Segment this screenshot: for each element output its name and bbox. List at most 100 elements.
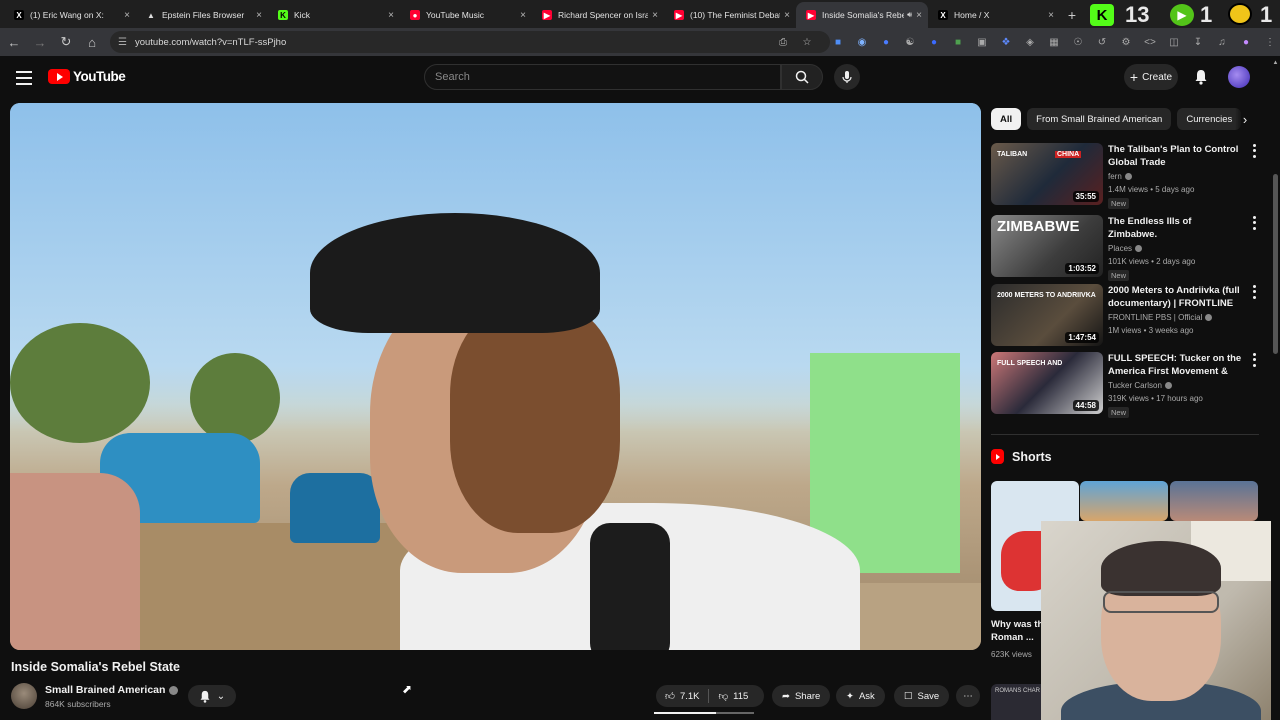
video-player[interactable] <box>10 103 981 650</box>
extension-icon-9[interactable]: ◈ <box>1018 31 1042 53</box>
page-scrollbar[interactable]: ▲ <box>1271 56 1280 720</box>
dislike-button[interactable]: 👎︎ 115 <box>709 685 757 707</box>
filter-chip[interactable]: Currencies <box>1177 108 1242 130</box>
browser-tab[interactable]: ▶ Richard Spencer on Isra × <box>532 2 664 28</box>
overlay-counter-3: 1 <box>1260 2 1273 27</box>
shorts-header: Shorts <box>991 449 1052 464</box>
video-title[interactable]: FULL SPEECH: Tucker on the America First… <box>1108 352 1242 378</box>
history-icon[interactable]: ↺ <box>1090 31 1114 53</box>
close-tab-icon[interactable]: × <box>652 10 658 21</box>
media-icon[interactable]: ♫ <box>1210 31 1234 53</box>
extension-icon-8[interactable]: ❖ <box>994 31 1018 53</box>
close-tab-icon[interactable]: × <box>388 10 394 21</box>
search-button[interactable] <box>781 64 823 90</box>
search-input[interactable] <box>435 71 780 83</box>
video-frame-person <box>10 473 140 650</box>
video-thumbnail[interactable]: 2000 METERS TO ANDRIIVKA 1:47:54 <box>991 284 1103 346</box>
browser-tab[interactable]: X (1) Eric Wang on X: × <box>4 2 136 28</box>
more-vertical-icon[interactable] <box>1249 215 1259 231</box>
more-vertical-icon[interactable] <box>1249 352 1259 368</box>
hamburger-menu-icon[interactable] <box>14 68 34 88</box>
close-tab-icon[interactable]: × <box>784 10 790 21</box>
recommended-video[interactable]: 2000 METERS TO ANDRIIVKA 1:47:54 2000 Mete… <box>991 284 1259 346</box>
close-tab-icon[interactable]: × <box>916 10 922 21</box>
scroll-up-icon[interactable]: ▲ <box>1271 60 1280 66</box>
extension-icon-1[interactable]: ■ <box>826 31 850 53</box>
voice-search-button[interactable] <box>834 64 860 90</box>
browser-tab[interactable]: ▶ (10) The Feminist Debat × <box>664 2 796 28</box>
overlay-counter-2: 1 <box>1200 2 1213 27</box>
recommended-video[interactable]: FULL SPEECH AND 44:58 FULL SPEECH: Tucker … <box>991 352 1259 418</box>
sidebar-icon[interactable]: ◫ <box>1162 31 1186 53</box>
extension-icon-3[interactable]: ● <box>874 31 898 53</box>
kick-extension-icon[interactable]: K <box>1090 4 1114 26</box>
profile-icon[interactable]: ● <box>1234 31 1258 53</box>
more-vertical-icon[interactable] <box>1249 284 1259 300</box>
create-button[interactable]: + Create <box>1124 64 1178 90</box>
devtools-icon[interactable]: <> <box>1138 31 1162 53</box>
filter-chip[interactable]: From Small Brained American <box>1027 108 1172 130</box>
speaker-icon[interactable]: 🔊︎ <box>907 10 912 20</box>
more-actions-button[interactable]: ⋯ <box>956 685 980 707</box>
browser-tab[interactable]: X Home / X × <box>928 2 1060 28</box>
video-thumbnail[interactable]: ZIMBABWE 1:03:52 <box>991 215 1103 277</box>
extension-icon-2[interactable]: ◉ <box>850 31 874 53</box>
account-avatar[interactable] <box>1228 66 1250 88</box>
play-overlay-icon: ▶ <box>1170 4 1194 26</box>
video-title[interactable]: The Taliban's Plan to Control Global Tra… <box>1108 143 1242 169</box>
browser-tab[interactable]: ▲ Epstein Files Browser × <box>136 2 268 28</box>
extension-icon-5[interactable]: ● <box>922 31 946 53</box>
verified-icon <box>1124 173 1132 180</box>
recommended-video[interactable]: TALIBAN CHINA 35:55 The Taliban's Plan to C… <box>991 143 1259 209</box>
video-title[interactable]: The Endless Ills of Zimbabwe. <box>1108 215 1242 241</box>
video-channel[interactable]: FRONTLINE PBS | Official <box>1108 313 1213 322</box>
like-button[interactable]: 👍︎ 7.1K <box>656 685 708 707</box>
recommended-video[interactable]: ZIMBABWE 1:03:52 The Endless Ills of Zimba… <box>991 215 1259 281</box>
filter-chip[interactable]: All <box>991 108 1022 130</box>
downloads-icon[interactable]: ↧ <box>1186 31 1210 53</box>
install-icon[interactable]: ⎙ <box>772 31 794 53</box>
extension-icon-10[interactable]: ☉ <box>1066 31 1090 53</box>
browser-menu-icon[interactable]: ⋮ <box>1258 31 1280 53</box>
chevron-right-icon[interactable]: › <box>1235 108 1255 130</box>
browser-tab[interactable]: K Kick × <box>268 2 400 28</box>
video-title[interactable]: 2000 Meters to Andriivka (full documenta… <box>1108 284 1242 310</box>
ask-button[interactable]: ✦ Ask <box>836 685 885 707</box>
share-button[interactable]: ➦ Share <box>772 685 831 707</box>
new-tab-button[interactable]: + <box>1060 2 1084 28</box>
save-button[interactable]: ☐ Save <box>894 685 950 707</box>
short-thumbnail-3[interactable] <box>1170 481 1258 521</box>
bookmark-star-icon[interactable]: ☆ <box>796 31 818 53</box>
extension-icon-4[interactable]: ☯ <box>898 31 922 53</box>
more-vertical-icon[interactable] <box>1249 143 1259 159</box>
close-tab-icon[interactable]: × <box>124 10 130 21</box>
browser-tab[interactable]: ● YouTube Music × <box>400 2 532 28</box>
close-tab-icon[interactable]: × <box>256 10 262 21</box>
extension-icon-6[interactable]: ■ <box>946 31 970 53</box>
reload-icon[interactable]: ↻ <box>54 30 78 54</box>
short-thumbnail-2[interactable] <box>1080 481 1168 521</box>
extension-icon-7[interactable]: ▣ <box>970 31 994 53</box>
subscribed-notifications-button[interactable]: ⌄ <box>188 685 236 707</box>
home-icon[interactable]: ⌂ <box>80 30 104 54</box>
video-channel[interactable]: fern <box>1108 172 1132 181</box>
channel-avatar[interactable] <box>11 683 37 709</box>
extension-icon-11[interactable]: ⚙ <box>1114 31 1138 53</box>
channel-name-link[interactable]: Small Brained American <box>45 684 179 696</box>
notifications-button[interactable] <box>1190 66 1212 88</box>
video-channel[interactable]: Tucker Carlson <box>1108 381 1172 390</box>
video-channel[interactable]: Places <box>1108 244 1143 253</box>
youtube-logo[interactable]: YouTube <box>48 69 126 84</box>
extensions-puzzle-icon[interactable]: ▦ <box>1042 31 1066 53</box>
video-thumbnail[interactable]: FULL SPEECH AND 44:58 <box>991 352 1103 414</box>
close-tab-icon[interactable]: × <box>520 10 526 21</box>
video-thumbnail[interactable]: TALIBAN CHINA 35:55 <box>991 143 1103 205</box>
back-icon[interactable]: ← <box>2 30 26 54</box>
browser-tab[interactable]: ▶ Inside Somalia's Rebel 🔊︎ × <box>796 2 928 28</box>
site-info-icon[interactable]: ☰ <box>118 37 127 48</box>
bell-icon <box>200 690 210 703</box>
forward-icon[interactable]: → <box>28 30 52 54</box>
scrollbar-thumb[interactable] <box>1273 174 1278 354</box>
close-tab-icon[interactable]: × <box>1048 10 1054 21</box>
address-bar[interactable]: ☰ youtube.com/watch?v=nTLF-ssPjho <box>110 31 830 53</box>
